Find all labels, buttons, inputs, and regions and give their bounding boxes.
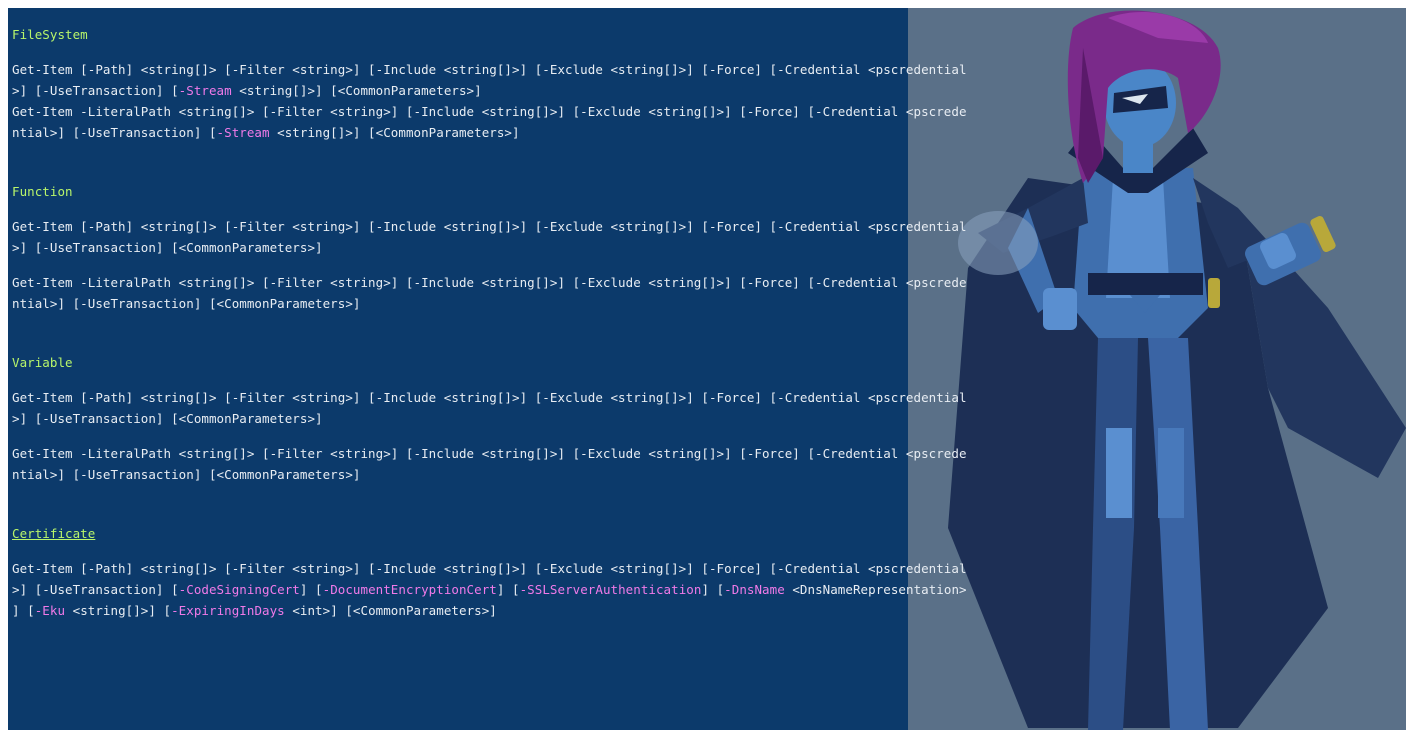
syntax-text: <DnsNameRepresentation> <box>784 582 967 597</box>
syntax-text: <string[]>] [<CommonParameters>] <box>231 83 482 98</box>
dynamic-parameter: -Stream <box>216 125 270 140</box>
syntax-text: <string[]>] [ <box>65 603 172 618</box>
syntax-line: ntial>] [-UseTransaction] [-Stream <stri… <box>12 122 1402 143</box>
syntax-line: ntial>] [-UseTransaction] [<CommonParame… <box>12 296 361 311</box>
syntax-text: >] [-UseTransaction] [ <box>12 83 179 98</box>
syntax-text: ] [ <box>12 603 35 618</box>
dynamic-parameter: -SSLServerAuthentication <box>519 582 702 597</box>
syntax-line: >] [-UseTransaction] [-CodeSigningCert] … <box>12 579 1402 600</box>
syntax-text: <int>] [<CommonParameters>] <box>284 603 497 618</box>
syntax-line: ntial>] [-UseTransaction] [<CommonParame… <box>12 467 361 482</box>
dynamic-parameter: -Eku <box>34 603 66 618</box>
dynamic-parameter: -DocumentEncryptionCert <box>322 582 497 597</box>
section-header-function: Function <box>12 184 73 199</box>
syntax-line: >] [-UseTransaction] [-Stream <string[]>… <box>12 80 1402 101</box>
section-header-filesystem: FileSystem <box>12 27 88 42</box>
syntax-text: ] [ <box>496 582 520 597</box>
syntax-line: Get-Item [-Path] <string[]> [-Filter <st… <box>12 561 967 576</box>
syntax-text: ] [ <box>701 582 725 597</box>
syntax-text: >] [-UseTransaction] [ <box>12 582 179 597</box>
console-output: FileSystem Get-Item [-Path] <string[]> [-… <box>12 24 1402 621</box>
syntax-text: ] [ <box>299 582 323 597</box>
syntax-line: Get-Item -LiteralPath <string[]> [-Filte… <box>12 446 967 461</box>
section-header-certificate: Certificate <box>12 526 96 541</box>
syntax-text: <string[]>] [<CommonParameters>] <box>269 125 520 140</box>
syntax-line: Get-Item -LiteralPath <string[]> [-Filte… <box>12 104 967 119</box>
syntax-line: >] [-UseTransaction] [<CommonParameters>… <box>12 240 323 255</box>
syntax-line: ] [-Eku <string[]>] [-ExpiringInDays <in… <box>12 600 1402 621</box>
powershell-console-window: FileSystem Get-Item [-Path] <string[]> [-… <box>8 8 1406 730</box>
syntax-line: >] [-UseTransaction] [<CommonParameters>… <box>12 411 323 426</box>
section-header-variable: Variable <box>12 355 73 370</box>
syntax-text: ntial>] [-UseTransaction] [ <box>12 125 217 140</box>
dynamic-parameter: -CodeSigningCert <box>178 582 300 597</box>
syntax-line: Get-Item [-Path] <string[]> [-Filter <st… <box>12 62 967 77</box>
dynamic-parameter: -ExpiringInDays <box>171 603 285 618</box>
dynamic-parameter: -Stream <box>178 83 232 98</box>
dynamic-parameter: -DnsName <box>724 582 785 597</box>
syntax-line: Get-Item [-Path] <string[]> [-Filter <st… <box>12 219 967 234</box>
syntax-line: Get-Item [-Path] <string[]> [-Filter <st… <box>12 390 967 405</box>
syntax-line: Get-Item -LiteralPath <string[]> [-Filte… <box>12 275 967 290</box>
